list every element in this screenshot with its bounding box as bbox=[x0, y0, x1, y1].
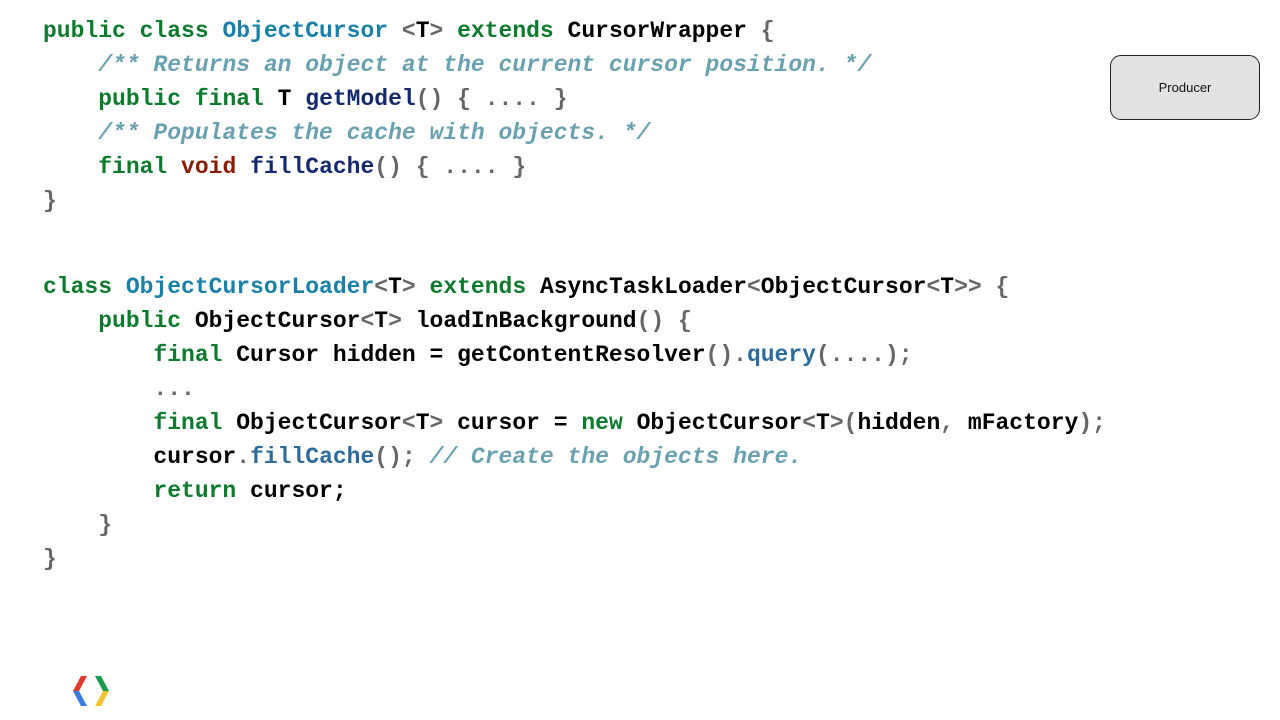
code-block: public class ObjectCursor <T> extends Cu… bbox=[43, 14, 1106, 576]
code-token: () { .... } bbox=[374, 154, 527, 180]
code-token: final bbox=[153, 342, 237, 368]
code-token: () { .... } bbox=[415, 86, 568, 112]
code-line: } bbox=[43, 508, 1106, 542]
code-token: > bbox=[388, 308, 416, 334]
code-line: } bbox=[43, 542, 1106, 576]
code-token: // Create the objects here. bbox=[429, 444, 803, 470]
code-token: CursorWrapper bbox=[553, 18, 747, 44]
code-token: /** Returns an object at the current cur… bbox=[98, 52, 872, 78]
code-token: T bbox=[277, 86, 306, 112]
code-line: class ObjectCursorLoader<T> extends Asyn… bbox=[43, 270, 1106, 304]
code-token: < bbox=[746, 274, 761, 300]
code-token: final bbox=[98, 154, 182, 180]
producer-callout: Producer bbox=[1110, 55, 1260, 120]
code-token: } bbox=[98, 512, 113, 538]
code-token: >( bbox=[829, 410, 858, 436]
code-token: > bbox=[401, 274, 430, 300]
code-token: < bbox=[360, 308, 375, 334]
code-line: cursor.fillCache(); // Create the object… bbox=[43, 440, 1106, 474]
code-token: (). bbox=[705, 342, 747, 368]
code-token: public class bbox=[43, 18, 223, 44]
code-token: cursor = bbox=[457, 410, 582, 436]
code-token: > bbox=[429, 18, 458, 44]
google-developers-logo-icon bbox=[73, 676, 109, 706]
code-line: /** Returns an object at the current cur… bbox=[43, 48, 1106, 82]
code-token: extends bbox=[429, 274, 540, 300]
code-line: return cursor; bbox=[43, 474, 1106, 508]
code-token: getModel bbox=[305, 86, 416, 112]
code-token: fillCache bbox=[250, 154, 375, 180]
code-line: public ObjectCursor<T> loadInBackground(… bbox=[43, 304, 1106, 338]
code-token: loadInBackground bbox=[415, 308, 637, 334]
code-token: (); bbox=[374, 444, 430, 470]
code-token: class bbox=[43, 274, 126, 300]
code-token: AsyncTaskLoader bbox=[539, 274, 747, 300]
code-token: ObjectCursor bbox=[760, 274, 927, 300]
code-token: T bbox=[415, 410, 430, 436]
code-token: public final bbox=[98, 86, 278, 112]
code-line: public class ObjectCursor <T> extends Cu… bbox=[43, 14, 1106, 48]
code-token: >> { bbox=[954, 274, 1010, 300]
code-token: () { bbox=[636, 308, 692, 334]
code-token: hidden bbox=[857, 410, 941, 436]
code-token: public bbox=[98, 308, 195, 334]
code-token: , bbox=[940, 410, 968, 436]
code-token: ObjectCursor bbox=[236, 410, 402, 436]
code-token: > bbox=[429, 410, 458, 436]
code-line: } bbox=[43, 184, 1106, 218]
code-token: return bbox=[153, 478, 251, 504]
code-token: { bbox=[746, 18, 775, 44]
code-token: mFactory bbox=[967, 410, 1079, 436]
code-line: ... bbox=[43, 372, 1106, 406]
code-line: /** Populates the cache with objects. */ bbox=[43, 116, 1106, 150]
code-token: new bbox=[581, 410, 637, 436]
code-line: final void fillCache() { .... } bbox=[43, 150, 1106, 184]
code-token: T bbox=[816, 410, 830, 436]
code-token: < bbox=[926, 274, 941, 300]
code-token: ); bbox=[1078, 410, 1106, 436]
code-token: /** Populates the cache with objects. */ bbox=[98, 120, 651, 146]
code-line: final ObjectCursor<T> cursor = new Objec… bbox=[43, 406, 1106, 440]
code-token: Cursor hidden = getContentResolver bbox=[236, 342, 706, 368]
code-token: < bbox=[401, 410, 416, 436]
code-token: T bbox=[374, 308, 389, 334]
code-token: < bbox=[802, 410, 817, 436]
code-token: } bbox=[43, 546, 57, 572]
code-token: T bbox=[415, 18, 430, 44]
code-line: public final T getModel() { .... } bbox=[43, 82, 1106, 116]
code-token: query bbox=[746, 342, 816, 368]
code-token: cursor; bbox=[250, 478, 347, 504]
code-token: cursor bbox=[153, 444, 237, 470]
code-token: ObjectCursor bbox=[222, 18, 389, 44]
code-line: final Cursor hidden = getContentResolver… bbox=[43, 338, 1106, 372]
code-token: final bbox=[153, 410, 237, 436]
code-token: } bbox=[43, 188, 57, 214]
code-token: T bbox=[388, 274, 402, 300]
code-token: < bbox=[388, 18, 416, 44]
code-token: < bbox=[374, 274, 389, 300]
code-token: T bbox=[940, 274, 955, 300]
code-token: . bbox=[236, 444, 251, 470]
code-token: ObjectCursorLoader bbox=[125, 274, 375, 300]
producer-callout-label: Producer bbox=[1158, 80, 1212, 95]
code-token: (....); bbox=[815, 342, 913, 368]
code-token: fillCache bbox=[250, 444, 375, 470]
code-token: ObjectCursor bbox=[194, 308, 361, 334]
code-token: extends bbox=[457, 18, 554, 44]
code-token: void bbox=[181, 154, 251, 180]
code-token: ... bbox=[153, 376, 195, 402]
code-token: ObjectCursor bbox=[636, 410, 803, 436]
